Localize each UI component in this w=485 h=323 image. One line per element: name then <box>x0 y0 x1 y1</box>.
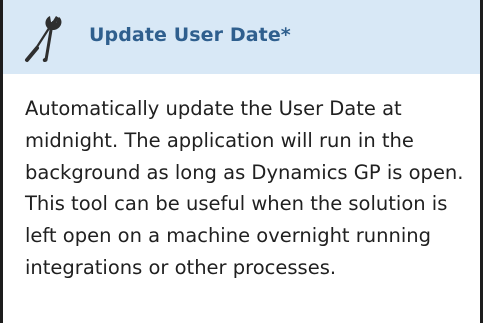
wrench-screwdriver-icon <box>23 12 73 64</box>
tool-title: Update User Date* <box>89 24 291 46</box>
panel-header: Update User Date* <box>3 0 480 74</box>
tool-panel: Update User Date* Automatically update t… <box>0 0 483 323</box>
tool-description: Automatically update the User Date at mi… <box>25 97 464 279</box>
